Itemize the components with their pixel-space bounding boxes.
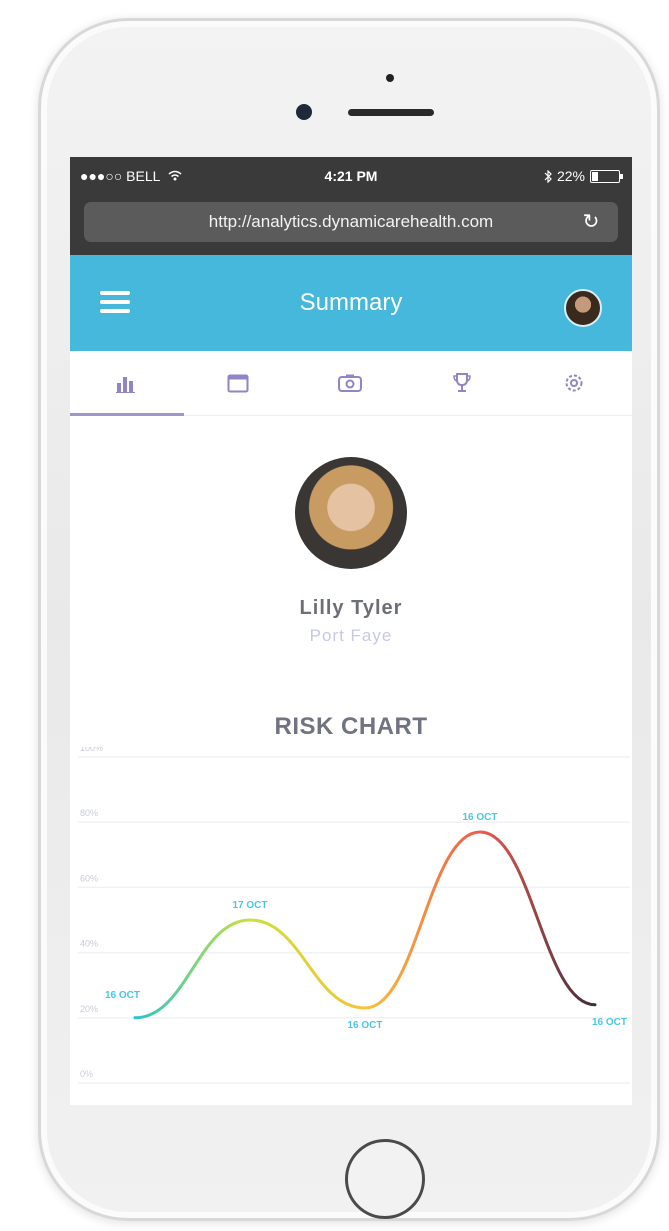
camera-icon [338,374,362,392]
battery-indicator: 22% [544,168,623,184]
risk-series-line [133,830,597,1020]
y-tick-label: 40% [80,939,98,949]
data-point-label: 16 OCT [592,1017,627,1028]
tab-camera[interactable] [294,351,406,415]
y-tick-label: 60% [80,873,98,883]
earpiece-speaker [348,109,434,116]
page-title: Summary [299,289,403,316]
bluetooth-icon [544,169,552,183]
tab-achievements[interactable] [406,351,518,415]
reload-icon[interactable]: ↻ [578,202,604,242]
tab-settings[interactable] [518,351,630,415]
profile-avatar [295,457,407,569]
user-avatar[interactable] [564,289,602,327]
data-point-label: 17 OCT [232,900,267,911]
y-tick-label: 100% [80,747,103,753]
app-header: Summary [70,255,632,351]
home-button[interactable] [345,1139,425,1219]
status-bar: ●●●○○ BELL 4:21 PM 22% [70,157,632,195]
y-tick-label: 80% [80,808,98,818]
tab-summary[interactable] [70,351,182,415]
data-point-label: 16 OCT [462,812,497,823]
risk-chart: 0% 20% 40% 60% 80% 100% 16 OCT 17 OCT 16 OCT 16 … [78,747,630,1084]
battery-icon [590,169,623,183]
chart-title: RISK CHART [274,713,428,740]
calendar-icon [227,374,249,393]
profile-name: Lilly Tyler [299,597,403,619]
y-tick-label: 0% [80,1069,93,1079]
data-point-label: 16 OCT [347,1020,382,1031]
profile-section: Lilly Tyler Port Faye [70,457,632,646]
url-text: http://analytics.dynamicarehealth.com [208,212,494,231]
profile-location: Port Faye [309,626,393,645]
y-tick-label: 20% [80,1004,98,1014]
gear-icon [565,374,583,392]
url-field[interactable]: http://analytics.dynamicarehealth.com ↻ [84,202,618,242]
front-camera [296,104,312,120]
browser-url-bar: http://analytics.dynamicarehealth.com ↻ [70,195,632,255]
tab-bar [70,351,632,416]
battery-percent: 22% [556,168,585,184]
bar-chart-icon [116,377,135,393]
tab-calendar[interactable] [182,351,294,415]
proximity-sensor [386,74,394,82]
data-point-label: 16 OCT [105,990,140,1001]
trophy-icon [453,373,471,392]
phone-screen: ●●●○○ BELL 4:21 PM 22% http://analytics.… [70,157,632,1105]
active-tab-indicator [70,413,184,416]
